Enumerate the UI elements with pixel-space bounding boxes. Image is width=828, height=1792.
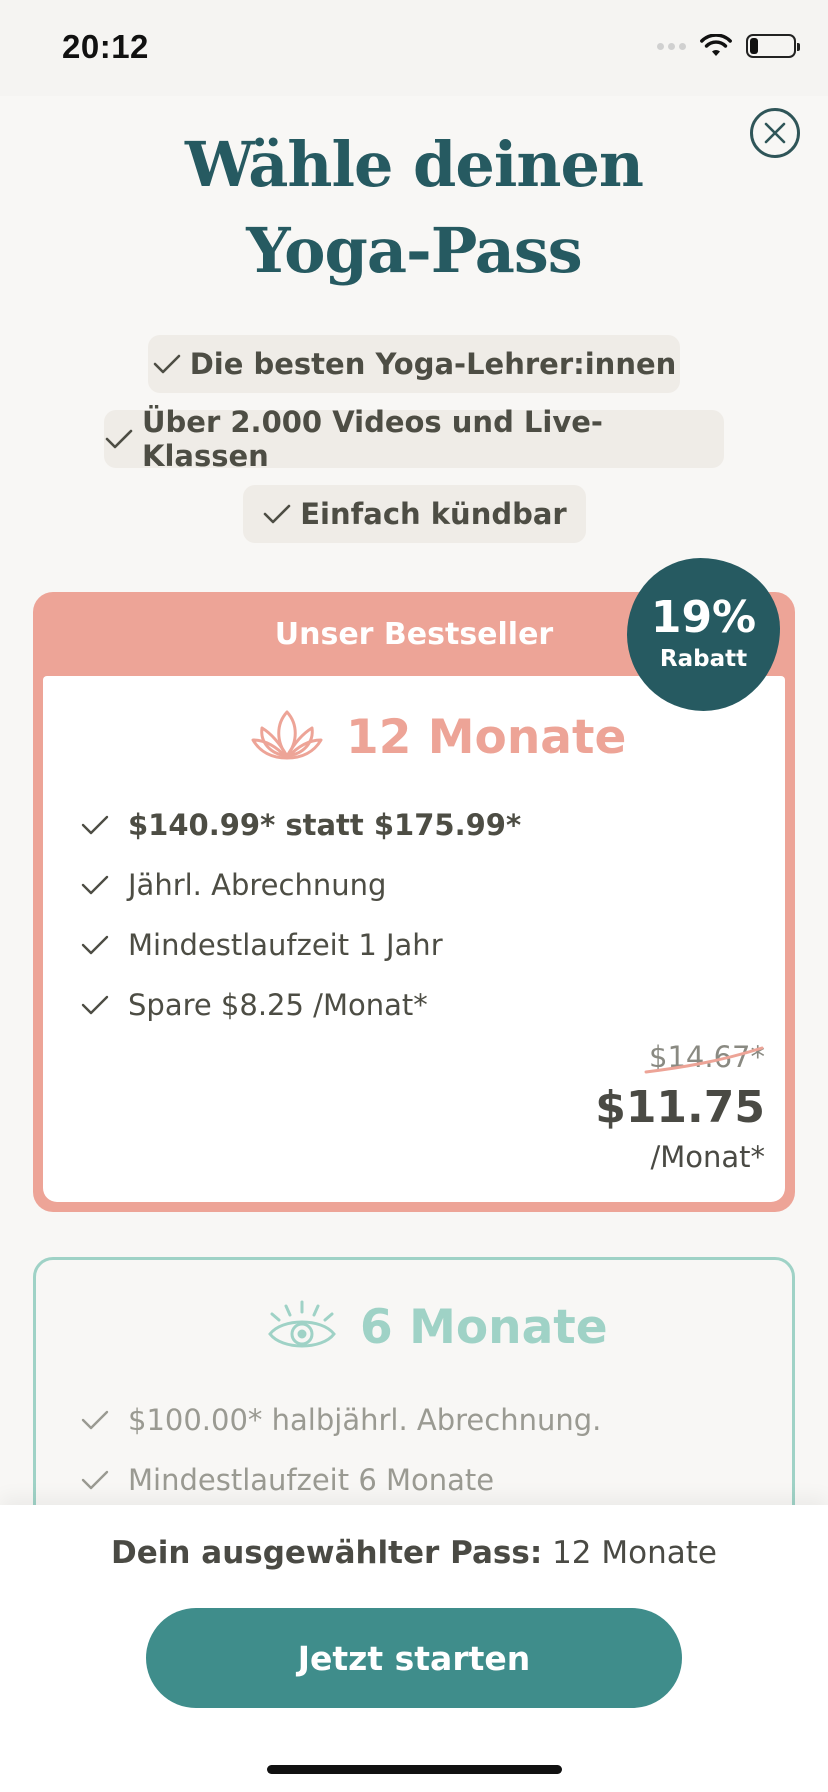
feature-item: Mindestlaufzeit 6 Monate xyxy=(80,1450,601,1510)
check-icon xyxy=(81,1410,109,1430)
feature-text: $140.99* statt $175.99* xyxy=(128,808,522,842)
plan-heading-12: 12 Monate xyxy=(250,708,626,766)
feature-text: Mindestlaufzeit 1 Jahr xyxy=(128,928,443,962)
feature-item: Spare $8.25 /Monat* xyxy=(80,975,521,1035)
check-icon xyxy=(105,429,133,449)
status-bar: 20:12 xyxy=(0,0,828,96)
old-price: $14.67* xyxy=(640,1040,765,1080)
feature-item: $100.00* halbjährl. Abrechnung. xyxy=(80,1390,601,1450)
feature-text: Mindestlaufzeit 6 Monate xyxy=(128,1463,495,1497)
check-icon xyxy=(81,815,109,835)
page-title-line1: Wähle deinen xyxy=(184,128,644,201)
strikethrough-line xyxy=(644,1046,764,1074)
price-period: /Monat* xyxy=(650,1140,765,1174)
feature-item: Mindestlaufzeit 1 Jahr xyxy=(80,915,521,975)
check-icon xyxy=(81,1470,109,1490)
feature-text: $100.00* halbjährl. Abrechnung. xyxy=(128,1403,602,1437)
benefit-text: Einfach kündbar xyxy=(300,497,567,531)
feature-item: Jährl. Abrechnung xyxy=(80,855,521,915)
check-icon xyxy=(81,995,109,1015)
feature-text: Spare $8.25 /Monat* xyxy=(128,988,428,1022)
lotus-icon xyxy=(251,710,323,760)
benefit-pill: Die besten Yoga-Lehrer:innen xyxy=(148,335,680,393)
battery-fill xyxy=(750,38,759,54)
cellular-signal-icon xyxy=(657,42,686,50)
status-time: 20:12 xyxy=(62,28,149,65)
bottom-panel: Dein ausgewählter Pass: 12 Monate Jetzt … xyxy=(0,1505,828,1792)
benefit-pill: Über 2.000 Videos und Live-Klassen xyxy=(104,405,724,473)
plan-name: 6 Monate xyxy=(360,1299,608,1355)
plan-heading-6: 6 Monate xyxy=(266,1298,608,1356)
check-icon xyxy=(81,935,109,955)
status-icons xyxy=(657,34,800,58)
benefit-text: Über 2.000 Videos und Live-Klassen xyxy=(142,405,603,473)
feature-text: Jährl. Abrechnung xyxy=(128,868,387,902)
selected-pass-value: 12 Monate xyxy=(552,1535,717,1571)
battery-icon xyxy=(746,34,800,58)
page-title: Wähle deinen Yoga-Pass xyxy=(0,122,828,294)
page-title-line2: Yoga-Pass xyxy=(246,214,582,287)
selected-pass-label: Dein ausgewählter Pass: xyxy=(111,1535,543,1571)
benefit-text: Die besten Yoga-Lehrer:innen xyxy=(189,347,677,381)
discount-percent: 19% xyxy=(650,592,757,643)
discount-label: Rabatt xyxy=(659,646,748,672)
plan-feature-list: $100.00* halbjährl. Abrechnung. Mindestl… xyxy=(80,1390,601,1510)
check-icon xyxy=(81,875,109,895)
plan-feature-list: $140.99* statt $175.99* Jährl. Abrechnun… xyxy=(80,795,521,1035)
check-icon xyxy=(153,354,181,374)
monthly-price: $11.75 xyxy=(595,1082,765,1133)
start-button[interactable]: Jetzt starten xyxy=(146,1608,682,1708)
selected-pass: Dein ausgewählter Pass: 12 Monate xyxy=(0,1535,828,1571)
eye-icon xyxy=(268,1300,336,1348)
check-icon xyxy=(263,504,291,524)
wifi-icon xyxy=(700,34,732,56)
benefit-pill: Einfach kündbar xyxy=(243,485,586,543)
feature-item: $140.99* statt $175.99* xyxy=(80,795,521,855)
plan-name: 12 Monate xyxy=(346,709,627,765)
home-indicator xyxy=(267,1765,562,1774)
